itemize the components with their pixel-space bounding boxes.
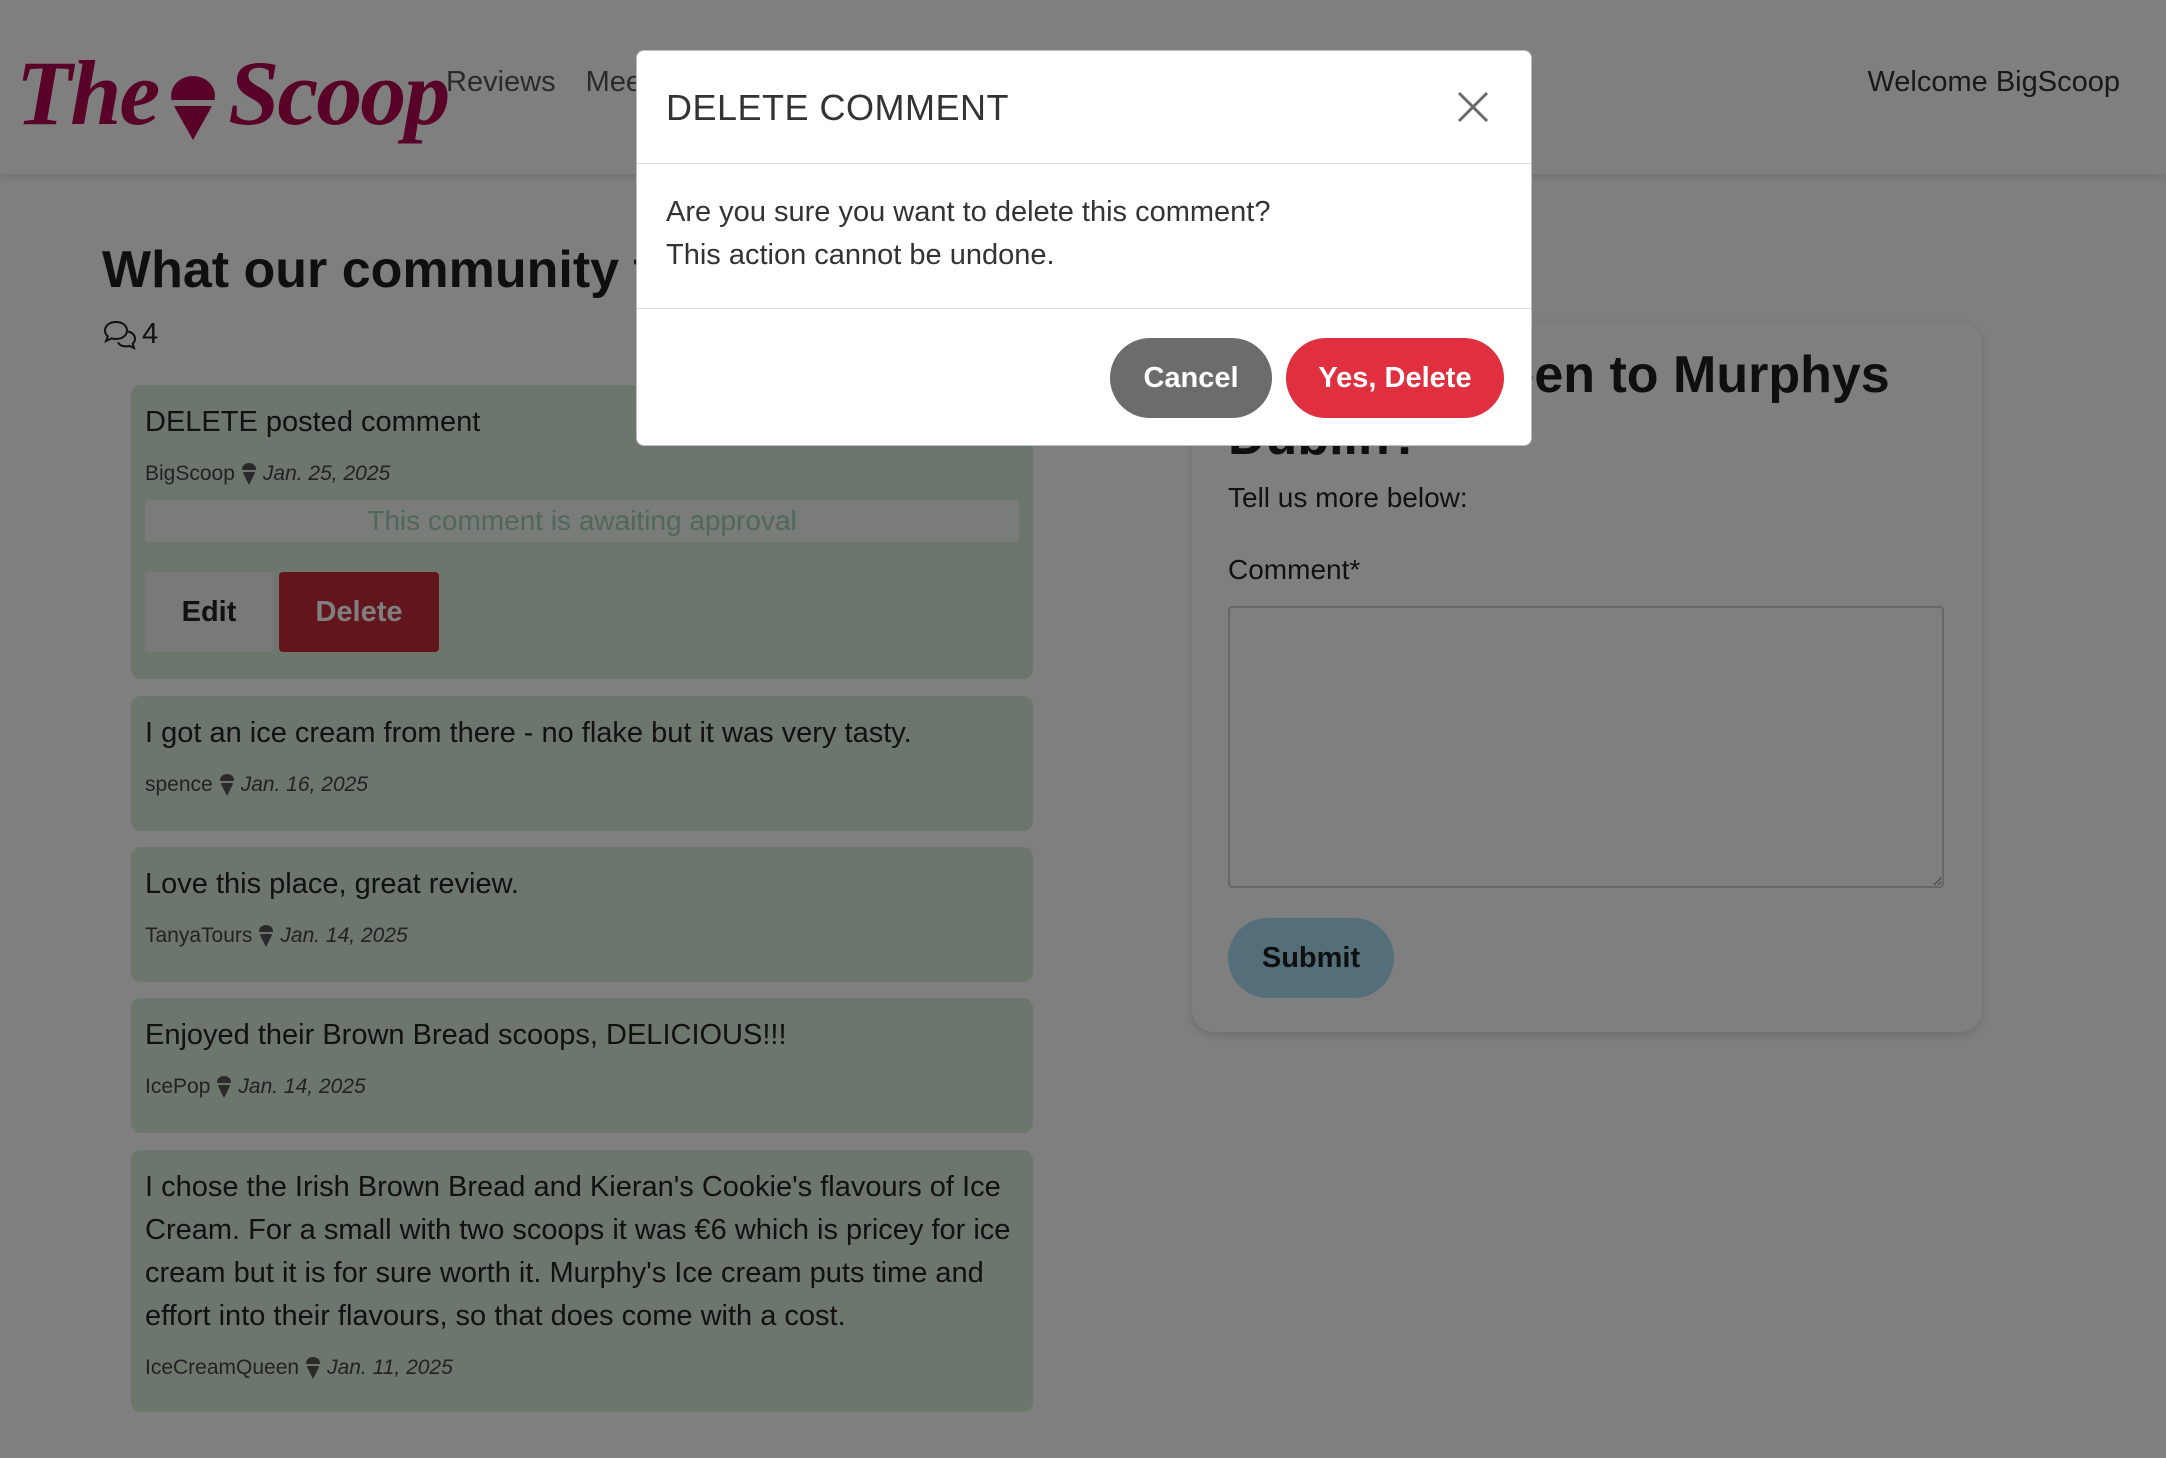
modal-message: Are you sure you want to delete this com… [666, 196, 1271, 228]
modal-header: DELETE COMMENT [637, 51, 1531, 164]
delete-comment-modal: DELETE COMMENT Are you sure you want to … [636, 50, 1532, 446]
close-button[interactable] [1455, 89, 1491, 125]
cancel-button[interactable]: Cancel [1110, 338, 1272, 418]
confirm-delete-button[interactable]: Yes, Delete [1286, 338, 1504, 418]
modal-warning: This action cannot be undone. [666, 239, 1055, 271]
close-icon [1457, 91, 1489, 123]
modal-body: Are you sure you want to delete this com… [637, 164, 1531, 309]
modal-footer: Cancel Yes, Delete [637, 309, 1531, 447]
modal-title: DELETE COMMENT [666, 87, 1010, 128]
